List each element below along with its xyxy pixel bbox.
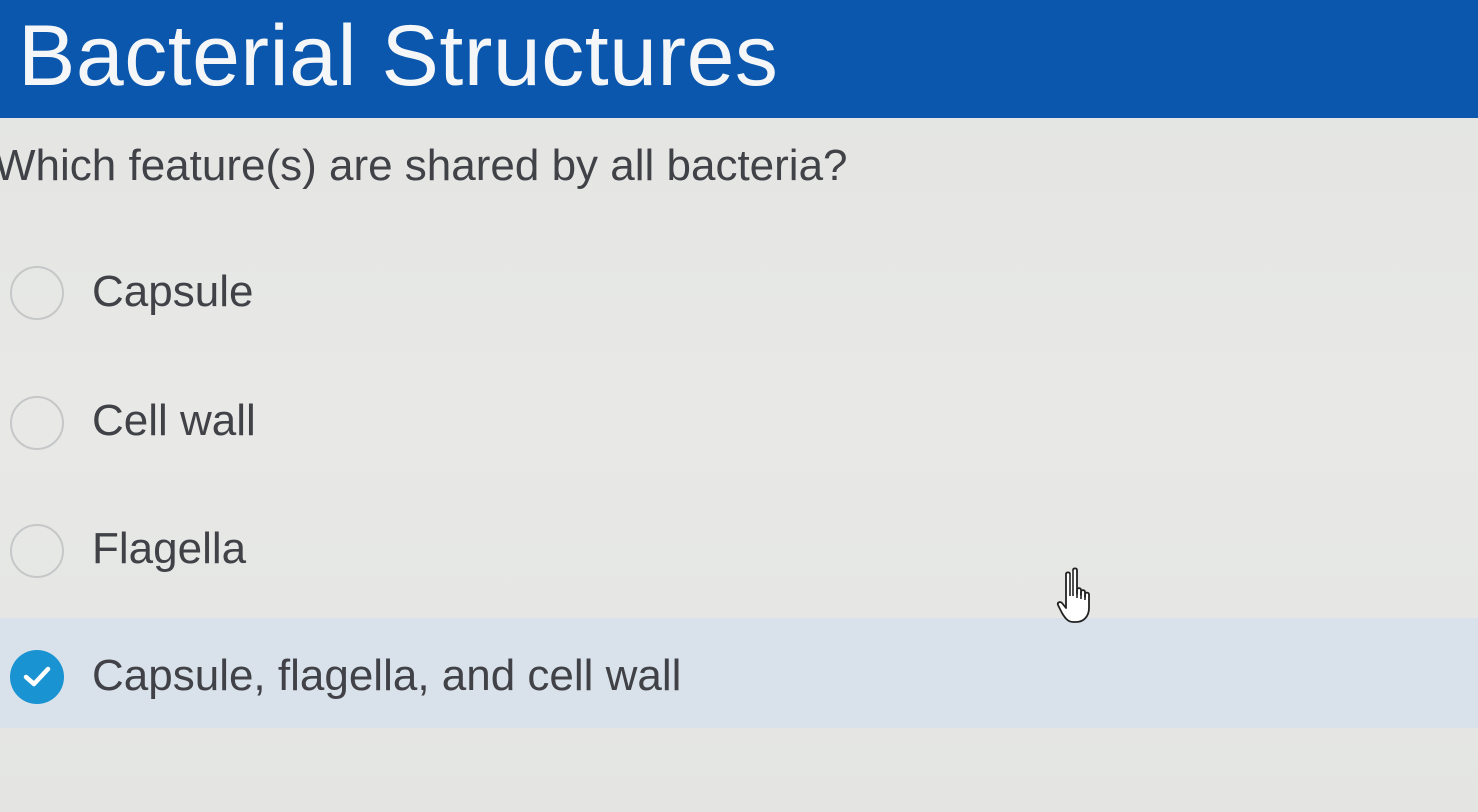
question-text: Which feature(s) are shared by all bacte… <box>0 141 848 190</box>
radio-unchecked-icon[interactable] <box>10 266 64 320</box>
answer-option-label[interactable]: Cell wall <box>92 395 256 447</box>
answer-option[interactable]: Flagella <box>0 494 1478 604</box>
answer-option[interactable]: Capsule <box>0 238 1478 348</box>
radio-unchecked-icon[interactable] <box>10 524 64 578</box>
answer-option-selected[interactable]: Capsule, flagella, and cell wall <box>0 618 1478 728</box>
checkmark-icon <box>23 666 51 687</box>
quiz-page: Bacterial Structures Which feature(s) ar… <box>0 0 1478 812</box>
answer-option[interactable]: Cell wall <box>0 366 1478 476</box>
hand-pointer-icon <box>1056 567 1090 623</box>
answer-option-label[interactable]: Capsule, flagella, and cell wall <box>92 650 681 702</box>
header-bar: Bacterial Structures <box>0 0 1478 118</box>
radio-unchecked-icon[interactable] <box>10 396 64 450</box>
answer-option-label[interactable]: Capsule <box>92 266 253 318</box>
answer-option-label[interactable]: Flagella <box>92 523 246 575</box>
radio-checked-icon[interactable] <box>10 650 64 704</box>
page-title: Bacterial Structures <box>18 8 779 104</box>
